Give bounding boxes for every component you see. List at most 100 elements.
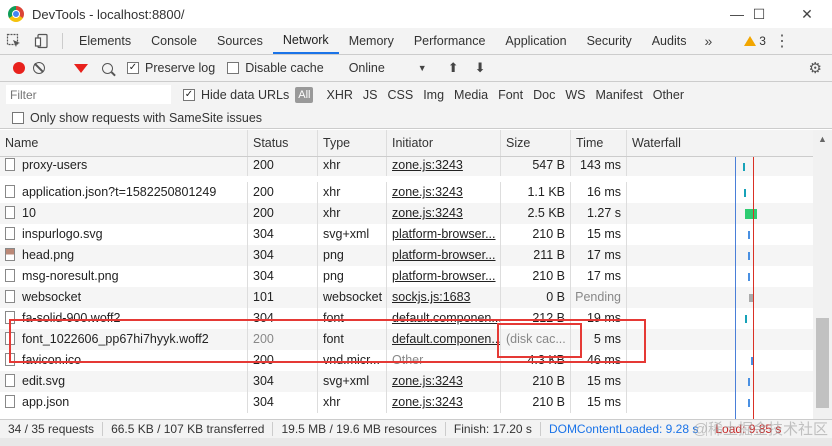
column-time[interactable]: Time [571,130,627,156]
filter-type-css[interactable]: CSS [383,87,417,103]
table-row[interactable]: proxy-users 200 xhr zone.js:3243 547 B 1… [0,157,813,176]
table-row[interactable]: head.png 304 png platform-browser... 211… [0,245,813,266]
waterfall-cell [627,308,813,329]
tab-elements[interactable]: Elements [69,28,141,54]
hide-data-urls-label: Hide data URLs [201,87,290,102]
filter-type-js[interactable]: JS [359,87,382,103]
request-initiator[interactable]: platform-browser... [387,266,501,287]
request-name: application.json?t=1582250801249 [0,182,248,203]
tab-performance[interactable]: Performance [404,28,496,54]
table-row[interactable]: app.json 304 xhr zone.js:3243 210 B 15 m… [0,392,813,413]
warnings-counter[interactable]: 3 [738,28,772,54]
transferred-size: 66.5 KB / 107 KB transferred [103,422,274,436]
hide-data-urls-checkbox[interactable]: ✓ [183,88,195,101]
throttle-select[interactable]: Online ▼ [349,61,427,75]
export-har-icon[interactable]: ⬇ [475,60,486,76]
column-type[interactable]: Type [318,130,387,156]
request-initiator[interactable]: zone.js:3243 [387,182,501,203]
close-window-button[interactable]: ✕ [792,4,822,24]
gear-icon[interactable]: ⚙ [809,59,822,77]
scrollbar-thumb[interactable] [816,318,829,408]
import-har-icon[interactable]: ⬆ [448,60,459,76]
tab-application[interactable]: Application [495,28,576,54]
preserve-log-label: Preserve log [145,61,216,75]
load-event-line [753,157,754,419]
device-toolbar-icon[interactable] [28,28,56,54]
kebab-menu-icon[interactable]: ⋮ [772,28,792,54]
disable-cache-label: Disable cache [245,61,324,75]
tab-network[interactable]: Network [272,28,339,54]
maximize-button[interactable]: ☐ [744,4,774,24]
request-name: 10 [0,203,248,224]
request-name: websocket [0,287,248,308]
filter-type-xhr[interactable]: XHR [322,87,356,103]
tab-sources[interactable]: Sources [207,28,273,54]
request-status: 304 [248,392,318,413]
file-icon [5,290,15,303]
request-name: edit.svg [0,371,248,392]
waterfall-cell [627,371,813,392]
filter-type-other[interactable]: Other [649,87,688,103]
scroll-up-icon[interactable]: ▲ [818,134,827,144]
request-name-text: head.png [22,248,75,262]
window-titlebar: DevTools - localhost:8800/ — ☐ ✕ [0,0,832,28]
column-waterfall[interactable]: Waterfall [627,130,813,156]
tab-memory[interactable]: Memory [339,28,404,54]
table-row[interactable]: 10 200 xhr zone.js:3243 2.5 KB 1.27 s [0,203,813,224]
table-row[interactable]: websocket 101 websocket sockjs.js:1683 0… [0,287,813,308]
preserve-log-checkbox[interactable]: ✓ [127,62,139,74]
filter-type-manifest[interactable]: Manifest [591,87,646,103]
divider [62,33,63,49]
disable-cache-checkbox[interactable] [227,62,240,74]
filter-input[interactable] [6,85,171,104]
inspect-element-icon[interactable] [0,28,28,54]
record-icon[interactable] [13,62,25,74]
request-type: xhr [318,157,387,176]
tab-audits[interactable]: Audits [642,28,697,54]
request-initiator[interactable]: zone.js:3243 [387,203,501,224]
request-initiator[interactable]: zone.js:3243 [387,157,501,176]
filter-icon[interactable] [74,63,88,73]
request-initiator[interactable]: zone.js:3243 [387,392,501,413]
table-row[interactable]: msg-noresult.png 304 png platform-browse… [0,266,813,287]
filter-type-media[interactable]: Media [450,87,492,103]
samesite-checkbox[interactable] [12,111,24,124]
table-row[interactable]: application.json?t=1582250801249 200 xhr… [0,182,813,203]
file-icon [5,227,15,240]
more-tabs-button[interactable]: » [696,28,720,54]
finish-time: Finish: 17.20 s [446,422,541,436]
watermark: @稀土掘金技术社区 [692,421,828,438]
filter-type-all[interactable]: All [295,86,314,103]
request-status: 101 [248,287,318,308]
filter-type-img[interactable]: Img [419,87,448,103]
highlight-box-size [497,323,582,358]
table-row[interactable]: edit.svg 304 svg+xml zone.js:3243 210 B … [0,371,813,392]
column-size[interactable]: Size [501,130,571,156]
request-name: msg-noresult.png [0,266,248,287]
filter-type-ws[interactable]: WS [561,87,589,103]
request-name-text: msg-noresult.png [22,269,119,283]
request-initiator[interactable]: zone.js:3243 [387,371,501,392]
filter-type-font[interactable]: Font [494,87,527,103]
table-scrollbar[interactable]: ▲ [813,130,832,419]
request-size: 2.5 KB [501,203,571,224]
request-status: 200 [248,157,318,176]
request-initiator[interactable]: platform-browser... [387,245,501,266]
clear-icon[interactable] [33,62,45,74]
tab-security[interactable]: Security [577,28,642,54]
request-time: 15 ms [571,371,627,392]
search-icon[interactable] [102,62,113,74]
table-row[interactable]: inspurlogo.svg 304 svg+xml platform-brow… [0,224,813,245]
column-name[interactable]: Name [0,130,248,156]
request-initiator[interactable]: platform-browser... [387,224,501,245]
column-initiator[interactable]: Initiator [387,130,501,156]
request-initiator[interactable]: sockjs.js:1683 [387,287,501,308]
filter-type-doc[interactable]: Doc [529,87,559,103]
resources-size: 19.5 MB / 19.6 MB resources [273,422,446,436]
request-time: 17 ms [571,245,627,266]
tab-console[interactable]: Console [141,28,207,54]
waterfall-cell [627,224,813,245]
column-status[interactable]: Status [248,130,318,156]
dom-content-loaded-line [735,157,736,419]
waterfall-cell [627,203,813,224]
